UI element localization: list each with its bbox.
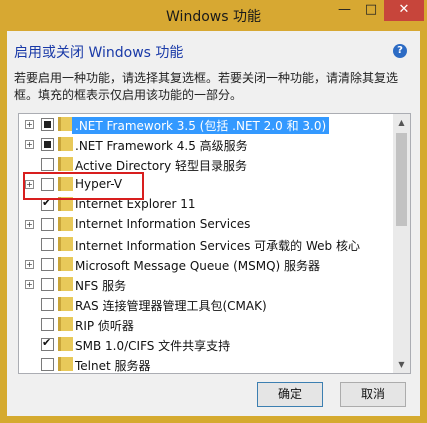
- folder-icon: [58, 157, 73, 171]
- feature-row[interactable]: + Microsoft Message Queue (MSMQ) 服务器: [19, 254, 391, 274]
- maximize-button[interactable]: □: [358, 0, 384, 21]
- feature-label: .NET Framework 3.5 (包括 .NET 2.0 和 3.0): [72, 117, 330, 134]
- folder-icon: [58, 217, 73, 231]
- feature-checkbox[interactable]: [41, 218, 54, 231]
- minimize-button[interactable]: —: [331, 0, 358, 21]
- cancel-button[interactable]: 取消: [340, 382, 406, 407]
- feature-checkbox[interactable]: [41, 158, 54, 171]
- feature-checkbox[interactable]: [41, 138, 54, 151]
- feature-label: Internet Information Services: [75, 217, 251, 231]
- feature-row[interactable]: Internet Information Services 可承载的 Web 核…: [19, 234, 391, 254]
- feature-row[interactable]: RIP 侦听器: [19, 314, 391, 334]
- folder-icon: [58, 357, 73, 371]
- title-bar: Windows 功能 — □ ✕: [0, 0, 427, 31]
- feature-checkbox[interactable]: [41, 298, 54, 311]
- feature-label: .NET Framework 4.5 高级服务: [75, 139, 248, 153]
- feature-label: SMB 1.0/CIFS 文件共享支持: [75, 339, 231, 353]
- folder-icon: [58, 297, 73, 311]
- feature-row[interactable]: + NFS 服务: [19, 274, 391, 294]
- folder-icon: [58, 117, 73, 131]
- feature-row[interactable]: Telnet 服务器: [19, 354, 391, 373]
- feature-checkbox[interactable]: [41, 358, 54, 371]
- feature-row[interactable]: SMB 1.0/CIFS 文件共享支持: [19, 334, 391, 354]
- folder-icon: [58, 237, 73, 251]
- folder-icon: [58, 337, 73, 351]
- scroll-up-icon[interactable]: ▲: [393, 114, 410, 131]
- feature-checkbox[interactable]: [41, 258, 54, 271]
- feature-label: NFS 服务: [75, 279, 127, 293]
- folder-icon: [58, 137, 73, 151]
- feature-label: Microsoft Message Queue (MSMQ) 服务器: [75, 259, 321, 273]
- expand-icon[interactable]: +: [25, 120, 34, 129]
- folder-icon: [58, 317, 73, 331]
- feature-checkbox[interactable]: [41, 118, 54, 131]
- feature-label: RAS 连接管理器管理工具包(CMAK): [75, 299, 267, 313]
- feature-label: Internet Information Services 可承载的 Web 核…: [75, 239, 360, 253]
- feature-row[interactable]: + .NET Framework 3.5 (包括 .NET 2.0 和 3.0): [19, 114, 391, 134]
- help-icon[interactable]: ?: [393, 44, 407, 58]
- dialog-description: 若要启用一种功能，请选择其复选框。若要关闭一种功能，请清除其复选框。填充的框表示…: [14, 71, 399, 102]
- folder-icon: [58, 257, 73, 271]
- scroll-thumb[interactable]: [396, 133, 407, 226]
- expand-icon[interactable]: +: [25, 260, 34, 269]
- expand-icon[interactable]: +: [25, 140, 34, 149]
- scroll-down-icon[interactable]: ▼: [393, 356, 410, 373]
- feature-row[interactable]: + .NET Framework 4.5 高级服务: [19, 134, 391, 154]
- feature-checkbox[interactable]: [41, 238, 54, 251]
- feature-label: RIP 侦听器: [75, 319, 134, 333]
- feature-list[interactable]: + .NET Framework 3.5 (包括 .NET 2.0 和 3.0) +…: [18, 113, 411, 374]
- feature-label: Telnet 服务器: [75, 359, 151, 373]
- feature-checkbox[interactable]: [41, 278, 54, 291]
- feature-checkbox[interactable]: [41, 318, 54, 331]
- feature-row[interactable]: Active Directory 轻型目录服务: [19, 154, 391, 174]
- feature-list-scrollbar[interactable]: ▲ ▼: [393, 114, 410, 373]
- expand-icon[interactable]: +: [25, 220, 34, 229]
- close-button[interactable]: ✕: [384, 0, 424, 21]
- ok-button[interactable]: 确定: [257, 382, 323, 407]
- folder-icon: [58, 277, 73, 291]
- expand-icon[interactable]: +: [25, 280, 34, 289]
- feature-checkbox[interactable]: [41, 336, 54, 351]
- feature-row[interactable]: RAS 连接管理器管理工具包(CMAK): [19, 294, 391, 314]
- hyper-v-highlight-box: [23, 172, 144, 200]
- dialog-heading: 启用或关闭 Windows 功能: [14, 45, 184, 61]
- feature-row[interactable]: + Internet Information Services: [19, 214, 391, 234]
